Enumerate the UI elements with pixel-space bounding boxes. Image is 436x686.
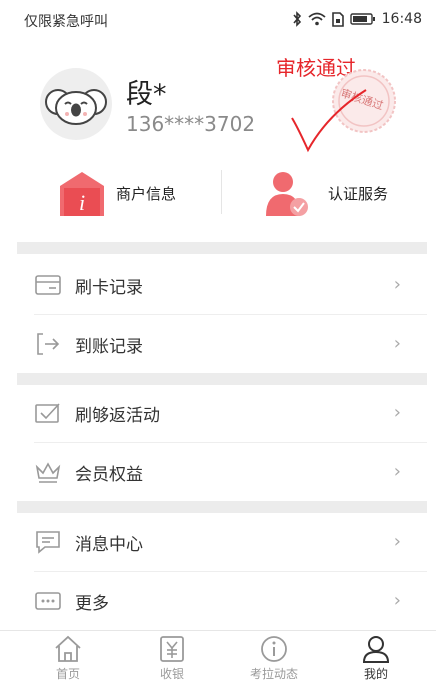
crown-icon (35, 462, 61, 483)
tab-label: 我的 (363, 667, 388, 681)
wifi-icon (308, 12, 326, 26)
chevron-right-icon: › (393, 590, 401, 611)
status-icons: 16:48 (292, 10, 422, 28)
tab-label: 收银 (159, 667, 184, 681)
chevron-right-icon: › (393, 333, 401, 354)
menu-item-card-records[interactable]: 刷卡记录 › (17, 256, 427, 314)
tab-home[interactable]: 首页 (28, 635, 108, 686)
more-icon (35, 592, 61, 610)
bluetooth-icon (293, 11, 301, 27)
tab-koala-news[interactable]: 考拉动态 (234, 635, 314, 686)
menu-item-arrival-records[interactable]: 到账记录 › (17, 315, 427, 373)
menu-item-message-center[interactable]: 消息中心 › (17, 513, 427, 571)
menu-item-member-benefits[interactable]: 会员权益 › (17, 443, 427, 501)
merchant-info-label: 商户信息 (116, 184, 177, 203)
clock-time: 16:48 (381, 11, 422, 27)
battery-icon (349, 13, 375, 25)
checkbox-activity-icon (35, 403, 60, 423)
tab-label: 考拉动态 (249, 667, 298, 681)
chevron-right-icon: › (393, 531, 401, 552)
tab-cashier[interactable]: 收银 (132, 635, 212, 686)
home-icon (55, 635, 81, 662)
menu-item-more[interactable]: 更多 › (17, 572, 427, 630)
certification-service-label: 认证服务 (328, 184, 389, 203)
menu-item-label: 刷够返活动 (75, 406, 160, 426)
chevron-right-icon: › (393, 461, 401, 482)
quick-actions: i 商户信息 认证服务 (0, 160, 436, 226)
user-name: 段* (126, 79, 167, 110)
menu-item-label: 更多 (75, 594, 109, 614)
merchant-info-button[interactable]: i 商户信息 (58, 160, 176, 226)
arrival-icon (37, 333, 60, 355)
avatar[interactable] (40, 68, 112, 140)
certification-user-icon (266, 172, 308, 216)
merchant-info-icon: i (60, 172, 104, 216)
carrier-text: 仅限紧急呼叫 (24, 14, 108, 30)
certification-service-button[interactable]: 认证服务 (264, 160, 388, 226)
tab-bar: 首页 收银 考拉动态 我的 (0, 630, 436, 686)
cashier-icon (160, 636, 184, 662)
user-phone: 136****3702 (126, 112, 256, 136)
info-icon (261, 636, 287, 662)
menu-item-label: 刷卡记录 (75, 278, 143, 298)
menu-item-label: 会员权益 (75, 465, 143, 485)
section-gap (17, 501, 427, 513)
chevron-right-icon: › (393, 274, 401, 295)
section-gap (17, 242, 427, 254)
menu-item-label: 消息中心 (75, 535, 143, 555)
menu-item-label: 到账记录 (75, 337, 143, 357)
card-icon (35, 275, 61, 295)
person-icon (362, 636, 390, 663)
tab-mine[interactable]: 我的 (336, 635, 416, 686)
sim-card-icon (331, 11, 344, 27)
menu-item-swipe-cashback[interactable]: 刷够返活动 › (17, 384, 427, 442)
tab-label: 首页 (55, 667, 80, 681)
message-icon (36, 531, 60, 554)
quick-divider (221, 170, 222, 214)
checkmark-icon (291, 89, 367, 153)
chevron-right-icon: › (393, 402, 401, 423)
status-bar: 仅限紧急呼叫 16:48 (0, 0, 436, 38)
koala-avatar-icon (45, 89, 107, 125)
svg-text:i: i (79, 190, 85, 215)
